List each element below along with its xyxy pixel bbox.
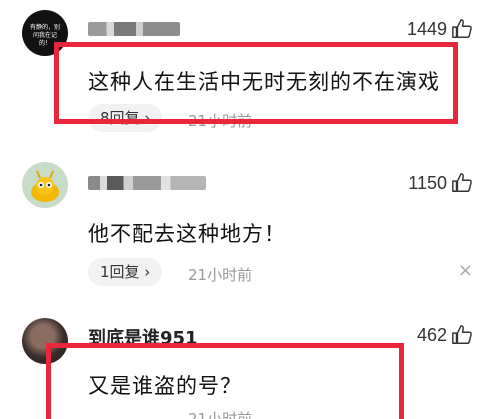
thumbs-up-icon[interactable] [451,172,473,194]
comment-text: 他不配去这种地方！ [88,222,286,246]
like-count: 462 [416,325,447,345]
thumbs-up-icon[interactable] [451,324,473,346]
like-count: 1150 [408,173,447,193]
highlight-box-2 [46,343,404,419]
timestamp: 21小时前 [188,266,253,284]
thumbs-up-icon[interactable] [451,18,473,40]
close-icon[interactable]: × [458,260,473,281]
like-count: 1449 [406,19,447,39]
reply-count-button[interactable]: 1回复 › [88,258,163,286]
username-blurred[interactable] [88,176,206,190]
comment-item-2: 1150 他不配去这种地方！ 1回复 › 21小时前 × [0,150,499,300]
highlight-box-1 [54,42,458,124]
avatar[interactable] [22,162,68,208]
username-blurred[interactable] [88,22,180,36]
comment-list: 有静的，别问我在记的！ 1449 这种人在生活中无时无刻的不在演戏 8回复 › … [0,0,499,419]
snail-avatar-icon [31,170,59,202]
